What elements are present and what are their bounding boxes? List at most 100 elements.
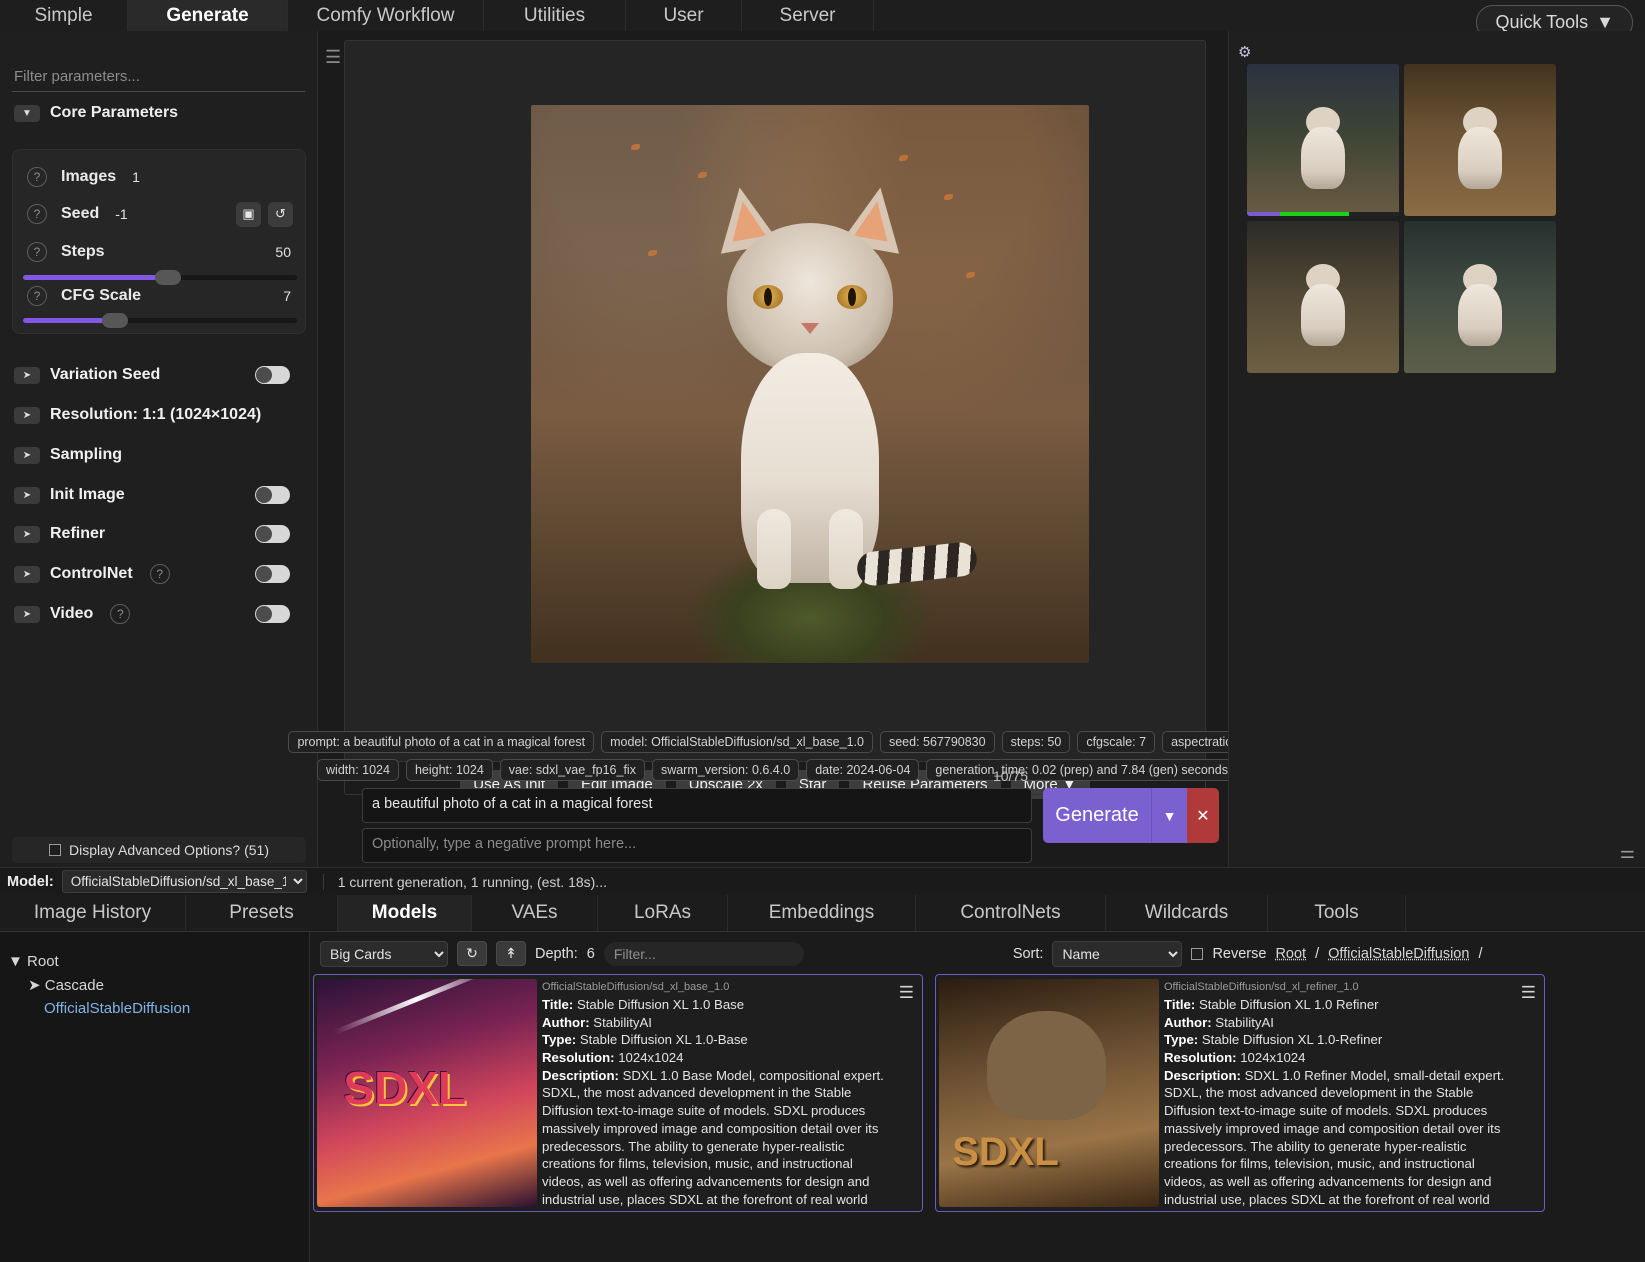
tab-simple[interactable]: Simple: [0, 0, 128, 31]
sidebar-item-sampling[interactable]: ➤ Sampling: [14, 444, 302, 466]
chevron-right-icon: ➤: [14, 487, 40, 504]
help-icon[interactable]: ?: [27, 286, 47, 306]
thumb-4[interactable]: [1404, 221, 1556, 373]
collapse-right-icon[interactable]: ⚌: [1620, 843, 1635, 863]
prompt-area: 10/75 Generate ▼ ✕: [360, 768, 1228, 868]
help-icon[interactable]: ?: [27, 167, 47, 187]
tab-server[interactable]: Server: [742, 0, 874, 31]
tab-generate[interactable]: Generate: [128, 0, 288, 31]
generate-button[interactable]: Generate: [1043, 788, 1151, 843]
filter-parameters-input[interactable]: [12, 64, 305, 92]
model-thumbnail: SDXL: [939, 979, 1159, 1207]
param-steps-label: Steps: [61, 243, 105, 261]
refresh-icon[interactable]: ↻: [457, 941, 487, 966]
cancel-generation-button[interactable]: ✕: [1187, 788, 1219, 843]
image-history-panel: ⚙ ⚌: [1228, 31, 1645, 867]
video-toggle[interactable]: [255, 605, 290, 623]
prompt-input[interactable]: [362, 788, 1032, 823]
up-arrow-icon[interactable]: ↟: [496, 941, 526, 966]
cfg-scale-slider-knob[interactable]: [102, 313, 128, 328]
sidebar-item-resolution[interactable]: ➤ Resolution: 1:1 (1024×1024): [14, 404, 302, 426]
help-icon[interactable]: ?: [27, 204, 47, 224]
hamburger-icon[interactable]: ☰: [899, 983, 914, 1003]
breadcrumb-root[interactable]: Root: [1275, 946, 1306, 962]
bottom-tab-controlnets[interactable]: ControlNets: [916, 895, 1106, 931]
sidebar-item-controlnet[interactable]: ➤ ControlNet ?: [14, 563, 302, 585]
steps-slider-knob[interactable]: [155, 270, 181, 285]
param-images[interactable]: ? Images 1: [27, 167, 293, 187]
reverse-checkbox[interactable]: [1191, 948, 1203, 960]
sidebar-item-video[interactable]: ➤ Video ?: [14, 603, 302, 625]
param-steps[interactable]: ? Steps 50: [27, 242, 293, 262]
bottom-tab-models[interactable]: Models: [338, 895, 472, 931]
models-toolbar: Big Cards ↻ ↟ Depth: 6 Sort: Name Revers…: [320, 940, 1639, 967]
variation-seed-toggle[interactable]: [255, 366, 290, 384]
tree-item-officialstablediffusion[interactable]: OfficialStableDiffusion: [0, 997, 309, 1020]
bottom-tab-tools[interactable]: Tools: [1268, 895, 1406, 931]
negative-prompt-input[interactable]: [362, 828, 1032, 863]
checkbox-icon[interactable]: [49, 844, 61, 856]
param-steps-value[interactable]: 50: [275, 244, 291, 260]
param-seed[interactable]: ? Seed -1 ▣ ↺: [27, 204, 293, 224]
model-path: OfficialStableDiffusion/sd_xl_base_1.0: [542, 981, 896, 993]
breadcrumb-separator: /: [1315, 946, 1319, 962]
bottom-tab-image-history[interactable]: Image History: [0, 895, 186, 931]
sidebar-item-variation-seed[interactable]: ➤ Variation Seed: [14, 364, 302, 386]
controlnet-toggle[interactable]: [255, 565, 290, 583]
bottom-tab-embeddings[interactable]: Embeddings: [728, 895, 916, 931]
tree-item-root[interactable]: ▼ Root: [0, 950, 309, 973]
tab-utilities[interactable]: Utilities: [484, 0, 626, 31]
param-seed-value[interactable]: -1: [115, 206, 127, 222]
hamburger-icon[interactable]: ☰: [1521, 983, 1536, 1003]
init-image-toggle[interactable]: [255, 486, 290, 504]
generated-image[interactable]: [531, 105, 1089, 663]
display-mode-select[interactable]: Big Cards: [320, 941, 448, 967]
help-icon[interactable]: ?: [27, 242, 47, 262]
param-cfg-scale-label: CFG Scale: [61, 287, 141, 305]
thumb-1[interactable]: [1247, 64, 1399, 216]
sort-select[interactable]: Name: [1052, 941, 1182, 967]
model-type: Type: Stable Diffusion XL 1.0-Refiner: [1164, 1031, 1518, 1049]
depth-value[interactable]: 6: [587, 946, 595, 962]
tree-item-cascade[interactable]: ➤ Cascade: [0, 973, 309, 997]
folder-tree-panel: ▼ Root ➤ Cascade OfficialStableDiffusion: [0, 932, 310, 1262]
sidebar-item-init-image[interactable]: ➤ Init Image: [14, 484, 302, 506]
models-filter-input[interactable]: [604, 942, 804, 966]
model-card-sd-xl-base[interactable]: SDXL OfficialStableDiffusion/sd_xl_base_…: [313, 974, 923, 1212]
model-description: Description: SDXL 1.0 Refiner Model, sma…: [1164, 1067, 1518, 1207]
thumb-3[interactable]: [1247, 221, 1399, 373]
sidebar-item-refiner[interactable]: ➤ Refiner: [14, 523, 302, 545]
bottom-tab-wildcards[interactable]: Wildcards: [1106, 895, 1268, 931]
steps-slider[interactable]: [23, 275, 297, 280]
refiner-toggle[interactable]: [255, 525, 290, 543]
param-cfg-scale-value[interactable]: 7: [283, 288, 291, 304]
chevron-down-icon[interactable]: ▼: [1151, 788, 1187, 843]
model-card-sd-xl-refiner[interactable]: SDXL OfficialStableDiffusion/sd_xl_refin…: [935, 974, 1545, 1212]
recycle-icon[interactable]: ↺: [268, 202, 293, 227]
help-icon[interactable]: ?: [150, 564, 170, 584]
tab-comfy-workflow[interactable]: Comfy Workflow: [288, 0, 484, 31]
model-select[interactable]: OfficialStableDiffusion/sd_xl_base_1.0: [62, 870, 307, 893]
tab-user[interactable]: User: [626, 0, 742, 31]
gear-icon[interactable]: ⚙: [1238, 43, 1251, 61]
cfg-scale-slider[interactable]: [23, 318, 297, 323]
bottom-tab-presets[interactable]: Presets: [186, 895, 338, 931]
thumb-2[interactable]: [1404, 64, 1556, 216]
param-images-value[interactable]: 1: [132, 169, 140, 185]
help-icon[interactable]: ?: [110, 604, 130, 624]
bottom-tab-vaes[interactable]: VAEs: [472, 895, 598, 931]
param-cfg-scale[interactable]: ? CFG Scale 7: [27, 286, 293, 306]
dice-icon[interactable]: ▣: [236, 202, 261, 227]
chevron-down-icon: ▼: [14, 105, 40, 122]
bottom-tab-loras[interactable]: LoRAs: [598, 895, 728, 931]
model-label: Model:: [7, 874, 54, 890]
model-author: Author: StabilityAI: [542, 1014, 896, 1032]
core-parameters-label: Core Parameters: [50, 104, 178, 122]
core-parameters-header[interactable]: ▼ Core Parameters: [14, 104, 178, 122]
collapse-left-icon[interactable]: ☰: [325, 47, 341, 68]
display-advanced-options-checkbox[interactable]: Display Advanced Options? (51): [12, 837, 306, 863]
cat-illustration: [685, 183, 935, 633]
breadcrumb-officialstablediffusion[interactable]: OfficialStableDiffusion: [1328, 946, 1469, 962]
generate-button-group: Generate ▼ ✕: [1043, 788, 1219, 843]
model-path: OfficialStableDiffusion/sd_xl_refiner_1.…: [1164, 981, 1518, 993]
